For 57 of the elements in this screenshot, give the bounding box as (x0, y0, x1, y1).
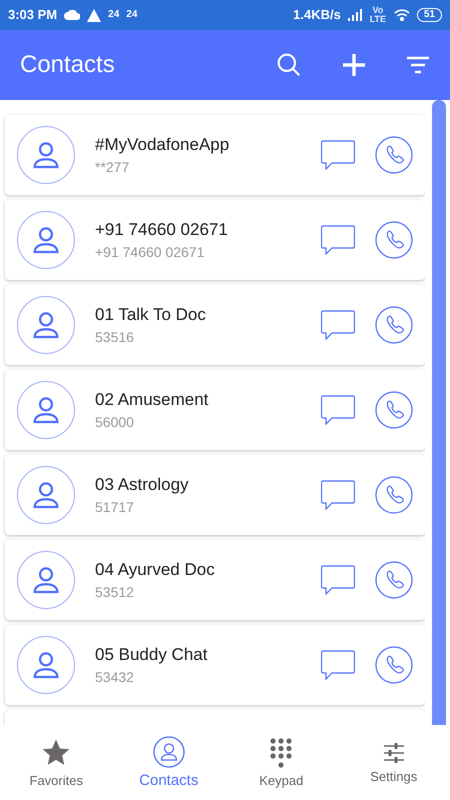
keypad-icon (269, 737, 294, 769)
message-button[interactable] (321, 395, 355, 425)
contact-number: 53512 (95, 584, 135, 600)
app-title: Contacts (20, 51, 116, 79)
add-button[interactable] (342, 53, 366, 77)
contact-number: 53432 (95, 669, 135, 685)
call-button[interactable] (375, 476, 413, 514)
search-button[interactable] (276, 52, 302, 78)
call-button[interactable] (375, 391, 413, 429)
wifi-icon (394, 9, 410, 21)
cloud-icon (64, 10, 80, 20)
contact-name: 02 Amusement (95, 390, 210, 410)
contact-number: 51717 (95, 499, 135, 515)
contact-card[interactable]: 04 Ayurved Doc 53512 (5, 540, 425, 620)
contact-name: 01 Talk To Doc (95, 305, 207, 325)
battery-level: 51 (416, 8, 442, 22)
status-number: 24 (108, 10, 120, 20)
person-icon (152, 736, 185, 768)
nav-tab[interactable]: Contacts (112, 725, 225, 800)
nav-tab[interactable]: Settings (338, 725, 450, 800)
call-button[interactable] (375, 221, 413, 259)
nav-tab[interactable]: Favorites (0, 725, 112, 800)
contact-card[interactable]: 03 Astrology 51717 (5, 455, 425, 535)
contact-card[interactable]: 02 Amusement 56000 (5, 370, 425, 450)
message-button[interactable] (321, 310, 355, 340)
message-button[interactable] (321, 480, 355, 510)
scrollbar[interactable] (432, 100, 446, 725)
filter-button[interactable] (406, 55, 430, 75)
message-button[interactable] (321, 225, 355, 255)
triangle-icon (87, 8, 102, 22)
status-time: 3:03 PM (8, 8, 58, 22)
contact-number: +91 74660 02671 (95, 244, 206, 260)
contact-number: 56000 (95, 414, 135, 430)
contact-name: 04 Ayurved Doc (95, 560, 216, 580)
contact-card[interactable]: 05 Buddy Chat 53432 (5, 625, 425, 705)
contact-name: 05 Buddy Chat (95, 645, 208, 665)
call-button[interactable] (375, 136, 413, 174)
call-button[interactable] (375, 646, 413, 684)
contact-name: #MyVodafoneApp (95, 135, 230, 155)
message-button[interactable] (321, 650, 355, 680)
message-button[interactable] (321, 565, 355, 595)
contact-name: 03 Astrology (95, 475, 190, 495)
contact-name: +91 74660 02671 (95, 220, 229, 240)
status-number: 24 (126, 10, 138, 20)
signal-icon (348, 9, 362, 21)
settings-icon (382, 741, 406, 765)
contact-card[interactable]: +91 74660 02671 +91 74660 02671 (5, 200, 425, 280)
network-speed: 1.4KB/s (293, 8, 341, 22)
contact-number: **277 (95, 159, 130, 175)
call-button[interactable] (375, 561, 413, 599)
contact-number: 53516 (95, 329, 135, 345)
network-type: Vo LTE (368, 6, 387, 24)
nav-tab[interactable]: Keypad (225, 725, 338, 800)
call-button[interactable] (375, 306, 413, 344)
message-button[interactable] (321, 140, 355, 170)
contact-card[interactable]: #MyVodafoneApp **277 (5, 115, 425, 195)
contact-card[interactable]: 01 Talk To Doc 53516 (5, 285, 425, 365)
